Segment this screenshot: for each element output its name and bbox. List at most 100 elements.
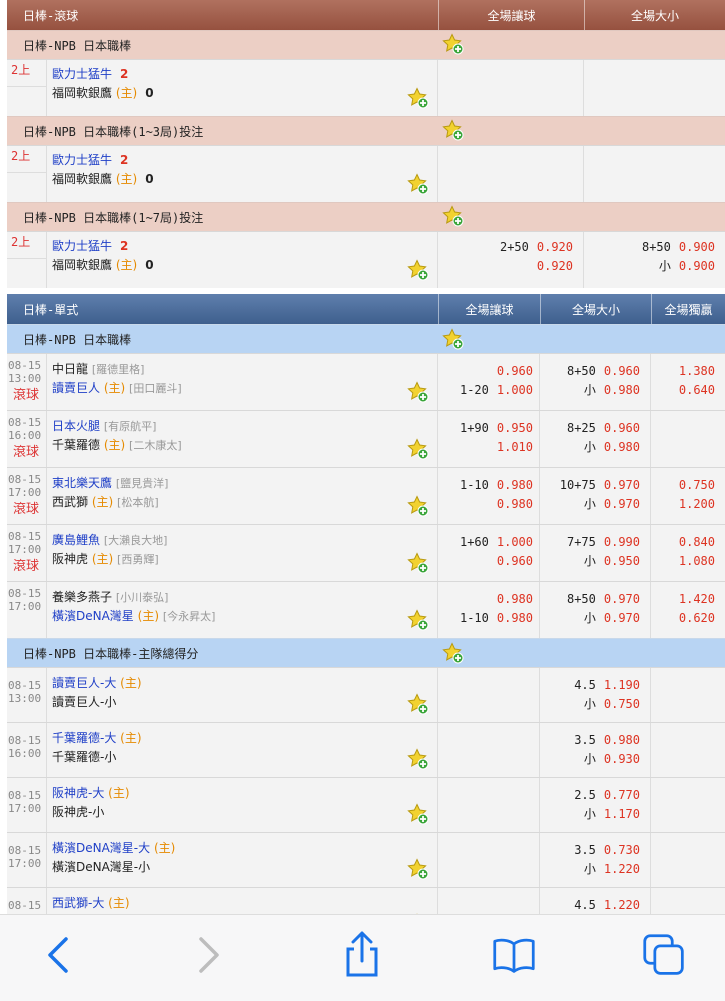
add-favorite-icon[interactable] xyxy=(442,205,464,227)
odds[interactable]: 0.640 xyxy=(679,381,715,400)
add-favorite-icon[interactable] xyxy=(407,438,429,460)
odds[interactable]: 0.970 xyxy=(604,476,640,495)
favorite-button[interactable] xyxy=(407,438,429,463)
over-team[interactable]: 讀賣巨人-大 xyxy=(52,676,116,690)
away-team[interactable]: 東北樂天鷹 xyxy=(52,476,112,490)
odds[interactable]: 0.620 xyxy=(679,609,715,628)
over-team[interactable]: 橫濱DeNA灣星-大 xyxy=(52,841,150,855)
odds[interactable]: 1.000 xyxy=(497,381,533,400)
league-header[interactable]: 日棒-NPB 日本職棒 xyxy=(7,30,725,59)
handicap-cell[interactable]: 1+90 0.950 1.010 xyxy=(438,411,540,467)
add-favorite-icon[interactable] xyxy=(407,748,429,770)
favorite-button[interactable] xyxy=(407,381,429,406)
over-under-cell[interactable] xyxy=(584,146,725,202)
over-under-cell[interactable]: 8+25 0.960 小 0.980 xyxy=(540,411,651,467)
away-team[interactable]: 歐力士猛牛 xyxy=(52,239,112,253)
odds[interactable]: 0.750 xyxy=(604,695,640,714)
add-favorite-icon[interactable] xyxy=(407,495,429,517)
add-favorite-icon[interactable] xyxy=(407,381,429,403)
add-favorite-icon[interactable] xyxy=(407,803,429,825)
over-team[interactable]: 西武獅-大 xyxy=(52,896,104,910)
favorite-button[interactable] xyxy=(407,693,429,718)
handicap-cell[interactable]: 0.980 1-10 0.980 xyxy=(438,582,540,638)
away-team[interactable]: 廣島鯉魚 xyxy=(52,533,100,547)
odds[interactable]: 0.960 xyxy=(604,362,640,381)
odds[interactable]: 0.980 xyxy=(497,590,533,609)
over-under-cell[interactable]: 8+50 0.970 小 0.970 xyxy=(540,582,651,638)
handicap-cell[interactable]: 1-10 0.980 0.980 xyxy=(438,468,540,524)
odds[interactable]: 0.930 xyxy=(604,750,640,769)
add-favorite-icon[interactable] xyxy=(442,33,464,55)
favorite-button[interactable] xyxy=(407,858,429,883)
under-team[interactable]: 讀賣巨人-小 xyxy=(52,695,116,709)
odds[interactable]: 1.010 xyxy=(497,438,533,457)
add-favorite-icon[interactable] xyxy=(407,552,429,574)
odds[interactable]: 0.980 xyxy=(604,731,640,750)
over-under-cell[interactable] xyxy=(584,60,725,116)
odds[interactable]: 1.220 xyxy=(604,896,640,915)
over-under-cell[interactable]: 4.5 1.190 小 0.750 xyxy=(540,668,651,722)
live-badge[interactable]: 滾球 xyxy=(7,389,46,402)
odds[interactable]: 1.000 xyxy=(497,533,533,552)
odds[interactable]: 1.190 xyxy=(604,676,640,695)
league-header[interactable]: 日棒-NPB 日本職棒-主隊總得分 xyxy=(7,638,725,667)
odds[interactable]: 1.420 xyxy=(679,590,715,609)
handicap-cell[interactable] xyxy=(438,146,584,202)
add-favorite-icon[interactable] xyxy=(407,259,429,281)
favorite-button[interactable] xyxy=(407,803,429,828)
over-under-cell[interactable]: 3.5 0.980 小 0.930 xyxy=(540,723,651,777)
under-team[interactable]: 阪神虎-小 xyxy=(52,805,104,819)
odds[interactable]: 0.900 xyxy=(679,238,715,257)
odds[interactable]: 0.980 xyxy=(497,476,533,495)
under-team[interactable]: 千葉羅德-小 xyxy=(52,750,116,764)
live-badge[interactable]: 滾球 xyxy=(7,560,46,573)
add-favorite-icon[interactable] xyxy=(407,693,429,715)
over-team[interactable]: 千葉羅德-大 xyxy=(52,731,116,745)
add-favorite-icon[interactable] xyxy=(407,173,429,195)
odds[interactable]: 0.970 xyxy=(604,609,640,628)
home-team[interactable]: 千葉羅德 xyxy=(52,438,100,452)
league-header[interactable]: 日棒-NPB 日本職棒 xyxy=(7,324,725,353)
add-favorite-icon[interactable] xyxy=(407,858,429,880)
odds[interactable]: 0.990 xyxy=(604,533,640,552)
moneyline-cell[interactable]: 1.380 0.640 xyxy=(651,354,725,410)
over-team[interactable]: 阪神虎-大 xyxy=(52,786,104,800)
live-badge[interactable]: 滾球 xyxy=(7,446,46,459)
over-under-cell[interactable]: 7+75 0.990 小 0.950 xyxy=(540,525,651,581)
league-header[interactable]: 日棒-NPB 日本職棒(1~3局)投注 xyxy=(7,116,725,145)
home-team[interactable]: 讀賣巨人 xyxy=(52,381,100,395)
add-favorite-icon[interactable] xyxy=(442,119,464,141)
odds[interactable]: 1.200 xyxy=(679,495,715,514)
away-team[interactable]: 歐力士猛牛 xyxy=(52,153,112,167)
away-team[interactable]: 歐力士猛牛 xyxy=(52,67,112,81)
favorite-button[interactable] xyxy=(407,495,429,520)
add-favorite-icon[interactable] xyxy=(407,87,429,109)
odds[interactable]: 0.950 xyxy=(497,419,533,438)
odds[interactable]: 0.950 xyxy=(604,552,640,571)
favorite-button[interactable] xyxy=(407,173,429,198)
favorite-button[interactable] xyxy=(407,609,429,634)
away-team[interactable]: 日本火腿 xyxy=(52,419,100,433)
moneyline-cell[interactable]: 0.750 1.200 xyxy=(651,468,725,524)
moneyline-cell[interactable] xyxy=(651,411,725,467)
odds[interactable]: 0.960 xyxy=(604,419,640,438)
under-team[interactable]: 橫濱DeNA灣星-小 xyxy=(52,860,150,874)
odds[interactable]: 0.730 xyxy=(604,841,640,860)
handicap-cell[interactable] xyxy=(438,60,584,116)
odds[interactable]: 0.970 xyxy=(604,495,640,514)
add-favorite-icon[interactable] xyxy=(442,642,464,664)
odds[interactable]: 0.980 xyxy=(604,438,640,457)
favorite-button[interactable] xyxy=(442,205,464,230)
odds[interactable]: 1.380 xyxy=(679,362,715,381)
favorite-button[interactable] xyxy=(407,259,429,284)
forward-icon[interactable] xyxy=(186,933,230,977)
odds[interactable]: 0.920 xyxy=(537,238,573,257)
odds[interactable]: 0.840 xyxy=(679,533,715,552)
odds[interactable]: 1.170 xyxy=(604,805,640,824)
home-team[interactable]: 阪神虎 xyxy=(52,552,88,566)
home-team[interactable]: 橫濱DeNA灣星 xyxy=(52,609,134,623)
share-icon[interactable] xyxy=(340,931,384,977)
away-team[interactable]: 養樂多燕子 xyxy=(52,590,112,604)
odds[interactable]: 1.080 xyxy=(679,552,715,571)
odds[interactable]: 0.980 xyxy=(604,381,640,400)
